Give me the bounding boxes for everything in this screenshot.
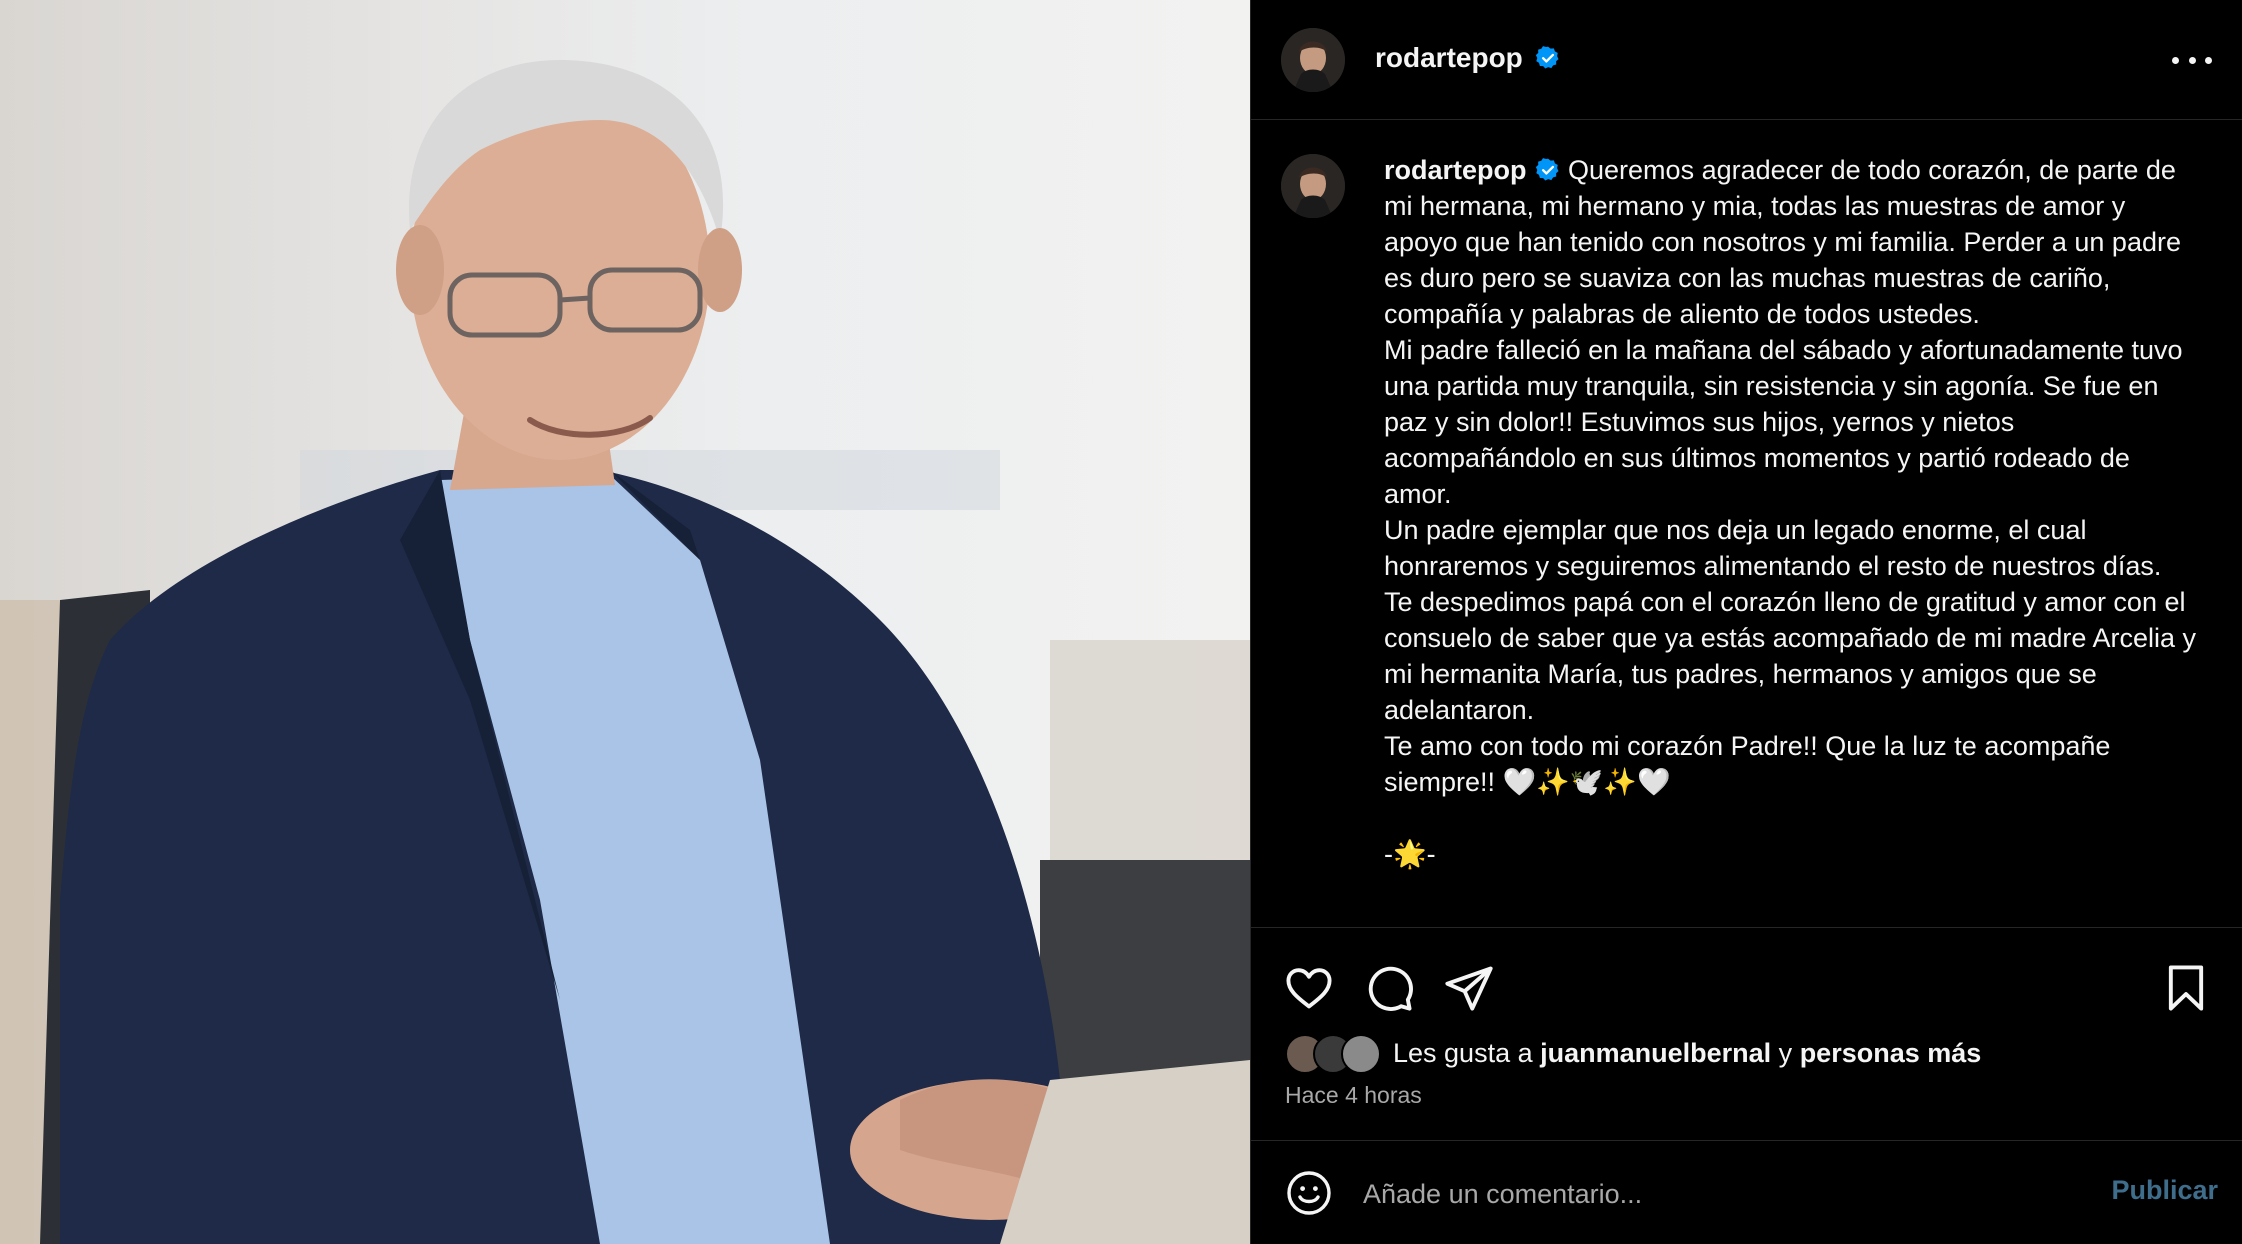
comment-icon [1368,966,1413,1011]
author-avatar[interactable] [1281,28,1345,92]
liker-avatar [1341,1034,1381,1074]
send-icon [1445,966,1493,1011]
header-username[interactable]: rodartepop [1375,42,1523,73]
comment-input[interactable] [1361,1171,2065,1217]
caption-username[interactable]: rodartepop [1384,155,1527,185]
smiley-icon[interactable] [1285,1169,1333,1217]
likes-prefix: Les gusta a [1393,1037,1541,1068]
post-photo[interactable] [0,0,1250,1244]
instagram-post: rodartepop rodartepop Queremos agradecer… [0,0,2242,1244]
verified-badge-icon [1536,46,1559,69]
likes-row: Les gusta a juanmanuelbernal y personas … [1285,1034,1981,1074]
post-actions: Les gusta a juanmanuelbernal y personas … [1251,928,2242,1164]
like-button[interactable] [1283,962,1335,1014]
likes-others-link[interactable]: personas más [1800,1038,1982,1068]
post-side-panel: rodartepop rodartepop Queremos agradecer… [1250,0,2242,1244]
share-button[interactable] [1443,962,1495,1014]
more-horizontal-icon [2172,56,2179,64]
more-options-button[interactable] [2172,46,2212,74]
post-timestamp[interactable]: Hace 4 horas [1285,1082,1422,1109]
portrait-image [0,60,1250,1244]
heart-icon [1286,968,1332,1009]
post-caption: rodartepop Queremos agradecer de todo co… [1384,152,2204,872]
likes-middle: y [1771,1037,1800,1068]
caption-area: rodartepop Queremos agradecer de todo co… [1251,120,2242,928]
bookmark-icon [2168,965,2204,1011]
liker-username[interactable]: juanmanuelbernal [1540,1038,1771,1068]
verified-badge-icon [1535,158,1559,181]
likes-summary: Les gusta a juanmanuelbernal y personas … [1393,1038,1981,1069]
header-user: rodartepop [1375,42,1561,74]
comment-bar: Publicar [1251,1140,2242,1244]
save-button[interactable] [2160,962,2212,1014]
liker-avatars[interactable] [1285,1034,1385,1074]
comment-button[interactable] [1363,962,1415,1014]
avatar-image [1281,28,1345,92]
caption-text: Queremos agradecer de todo corazón, de p… [1384,155,2196,869]
caption-avatar[interactable] [1281,154,1345,218]
avatar-image [1281,154,1345,218]
post-header: rodartepop [1251,0,2242,120]
publish-button[interactable]: Publicar [2111,1175,2218,1206]
